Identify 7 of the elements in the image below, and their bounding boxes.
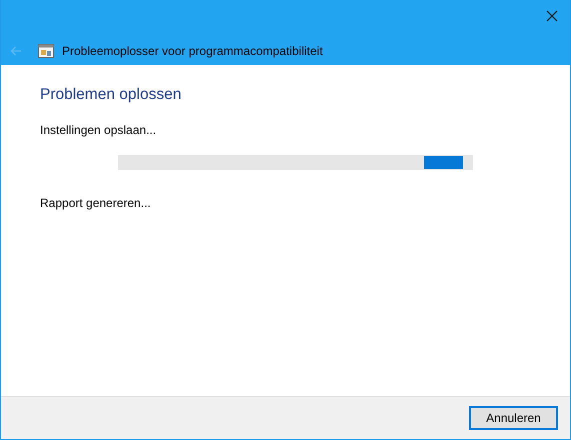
close-icon[interactable]: [546, 10, 558, 22]
status-text: Rapport genereren...: [40, 196, 152, 210]
status-text: Instellingen opslaan...: [40, 123, 158, 137]
app-icon: [38, 44, 54, 58]
cancel-button[interactable]: Annuleren: [469, 406, 558, 430]
window-title: Probleemoplosser voor programmacompatibiliteit: [62, 44, 323, 58]
page-heading: Problemen oplossen: [40, 86, 182, 104]
